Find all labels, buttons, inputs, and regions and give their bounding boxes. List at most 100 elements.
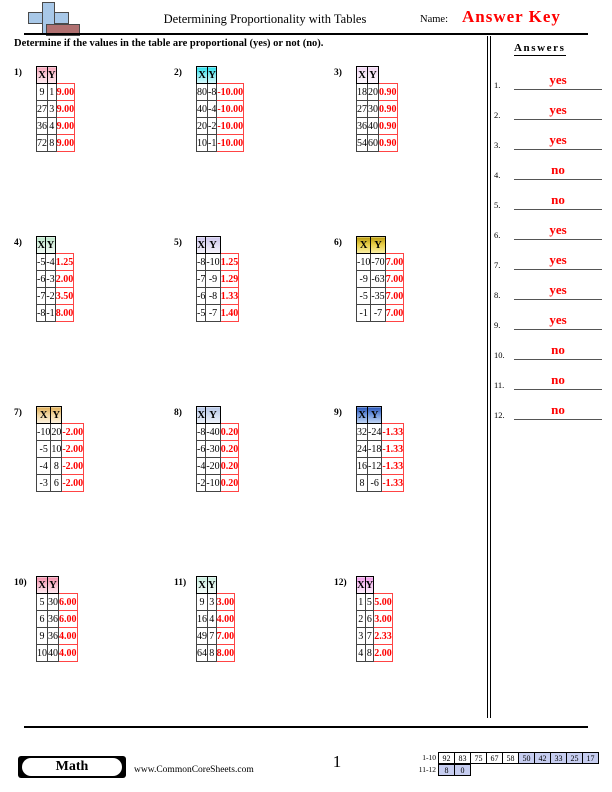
answer-number: 2.: [494, 110, 501, 120]
question-number: 4): [14, 238, 22, 248]
cell-ratio-annotation: 6.00: [58, 610, 78, 628]
cell-x-value: 49: [196, 627, 208, 645]
answer-row: 7. yes: [492, 252, 608, 272]
answer-value: yes: [549, 282, 567, 297]
answer-write-line[interactable]: [514, 299, 602, 300]
column-header-x: X: [35, 406, 52, 424]
cell-ratio-annotation: 0.20: [219, 474, 240, 492]
column-header-x: X: [196, 576, 208, 594]
table-row: 10 40 4.00: [36, 644, 78, 662]
subject-badge-label: Math: [22, 758, 122, 776]
cell-x-value: 9: [36, 83, 48, 101]
cell-y-value: 3: [47, 100, 57, 118]
answer-value: no: [551, 372, 565, 387]
answer-number: 9.: [494, 320, 501, 330]
answer-write-line[interactable]: [514, 419, 602, 420]
table-row: 27 30 0.90: [356, 100, 398, 118]
column-header-x: X: [35, 236, 47, 254]
ratio-header-spacer: [374, 577, 393, 594]
table-row: 2 6 3.00: [356, 610, 393, 628]
cell-x-value: -10: [355, 253, 372, 271]
cell-y-value: -10: [205, 474, 221, 492]
table-header-row: XY: [195, 406, 239, 424]
cell-x-value: -5: [35, 440, 52, 458]
cell-ratio-annotation: 8.00: [54, 304, 75, 322]
answer-write-line[interactable]: [514, 119, 602, 120]
cell-y-value: -6: [366, 474, 383, 492]
cell-x-value: -3: [35, 474, 52, 492]
cell-ratio-annotation: 2.00: [54, 270, 75, 288]
answer-write-line[interactable]: [514, 389, 602, 390]
cell-y-value: -18: [366, 440, 383, 458]
cell-y-value: 20: [367, 83, 379, 101]
question-number: 9): [334, 408, 342, 418]
cell-y-value: -40: [205, 423, 221, 441]
score-cell: 42: [534, 752, 551, 764]
answer-write-line[interactable]: [514, 329, 602, 330]
name-label: Name:: [420, 14, 448, 25]
cell-y-value: 8: [50, 457, 63, 475]
cell-x-value: 32: [356, 423, 368, 441]
column-header-y: Y: [366, 406, 383, 424]
table-row: -5 -4 1.25: [35, 253, 75, 271]
answers-heading: Answers: [514, 42, 566, 56]
answer-write-line[interactable]: [514, 179, 602, 180]
answer-write-line[interactable]: [514, 149, 602, 150]
cell-y-value: -3: [45, 270, 56, 288]
column-header-x: X: [356, 406, 368, 424]
cell-x-value: 9: [196, 593, 208, 611]
column-header-y: Y: [206, 66, 218, 84]
table-header-row: XY: [35, 236, 74, 254]
cell-y-value: 1: [47, 83, 57, 101]
answer-value: no: [551, 162, 565, 177]
table-row: -7 -2 3.50: [35, 287, 75, 305]
cell-ratio-annotation: -10.00: [216, 117, 245, 135]
proportionality-table: X Y -8 -40 0.20 -6 -30 0.20 -4 -20 0.20 -2 -10 0.20: [195, 406, 240, 492]
proportionality-table: X Y -5 -4 1.25 -6 -3 2.00 -7 -2 3.50 -8 -1 8.00: [35, 236, 75, 322]
answer-write-line[interactable]: [514, 89, 602, 90]
cell-y-value: -1: [206, 134, 218, 152]
cell-y-value: -1: [45, 304, 56, 322]
answer-row: 10. no: [492, 342, 608, 362]
table-row: 9 3 3.00: [196, 593, 236, 611]
cell-y-value: -4: [206, 100, 218, 118]
cell-x-value: 10: [36, 644, 48, 662]
cell-ratio-annotation: 3.00: [215, 593, 236, 611]
table-row: -3 6 -2.00: [35, 474, 85, 492]
cell-x-value: -4: [35, 457, 52, 475]
answer-value: yes: [549, 222, 567, 237]
cell-ratio-annotation: 0.90: [378, 83, 398, 101]
answer-row: 6. yes: [492, 222, 608, 242]
cell-ratio-annotation: 8.00: [215, 644, 236, 662]
cell-x-value: -6: [195, 287, 207, 305]
cell-ratio-annotation: 7.00: [384, 253, 405, 271]
answer-value: no: [551, 192, 565, 207]
score-cells-11-12: 80: [438, 764, 471, 776]
cell-ratio-annotation: 4.00: [58, 644, 78, 662]
cell-y-value: 30: [47, 593, 59, 611]
header-divider-rule: [24, 33, 588, 35]
answer-write-line[interactable]: [514, 209, 602, 210]
answer-number: 8.: [494, 290, 501, 300]
cell-y-value: 8: [207, 644, 217, 662]
cell-x-value: 1: [356, 593, 366, 611]
cell-x-value: -9: [355, 270, 372, 288]
worksheet-title: Determining Proportionality with Tables: [163, 12, 367, 26]
answer-write-line[interactable]: [514, 239, 602, 240]
answer-value: yes: [549, 312, 567, 327]
column-header-y: Y: [205, 236, 221, 254]
score-cell: 33: [550, 752, 567, 764]
table-row: 80 -8 -10.00: [196, 83, 245, 101]
answer-row: 1. yes: [492, 72, 608, 92]
cell-y-value: -7: [205, 304, 221, 322]
answer-write-line[interactable]: [514, 359, 602, 360]
cell-x-value: -8: [195, 423, 207, 441]
question-number: 3): [334, 68, 342, 78]
cell-x-value: 18: [356, 83, 368, 101]
cell-ratio-annotation: -2.00: [61, 423, 85, 441]
table-row: -2 -10 0.20: [195, 474, 240, 492]
ratio-header-spacer: [216, 577, 235, 594]
column-header-y: Y: [45, 236, 56, 254]
answer-write-line[interactable]: [514, 269, 602, 270]
proportionality-table: X Y 1 5 5.00 2 6 3.00 3 7 2.33 4 8 2.00: [356, 576, 393, 662]
